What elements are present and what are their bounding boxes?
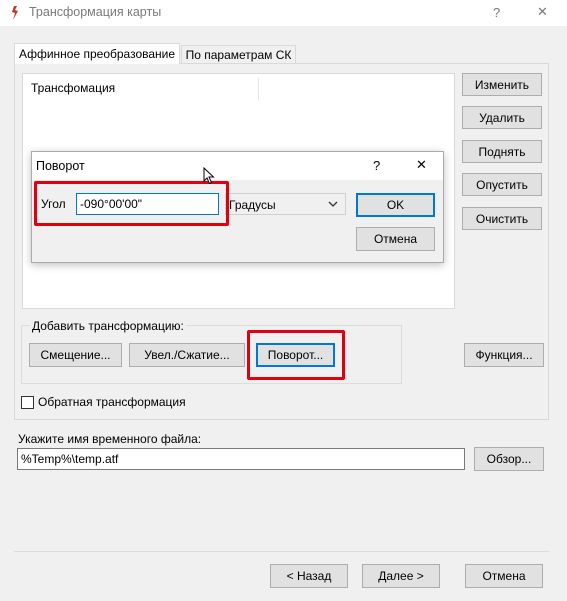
- rotate-dialog-close-icon[interactable]: ✕: [416, 157, 427, 173]
- units-select[interactable]: Градусы: [225, 193, 346, 215]
- tab-cs-params-label: По параметрам СК: [185, 48, 292, 62]
- move-up-button[interactable]: Поднять: [462, 140, 542, 163]
- app-icon: [12, 6, 18, 20]
- angle-highlight: [34, 181, 229, 226]
- function-button[interactable]: Функция...: [464, 343, 544, 367]
- rotate-dialog-titlebar: [32, 152, 443, 180]
- cursor-icon: [203, 167, 215, 185]
- clear-button[interactable]: Очистить: [462, 207, 542, 230]
- shift-button[interactable]: Смещение...: [29, 343, 122, 367]
- inverse-label: Обратная трансформация: [38, 395, 186, 409]
- units-select-value: Градусы: [229, 198, 276, 212]
- title-bar: Трансформация карты ? ✕: [0, 0, 567, 26]
- edit-button[interactable]: Изменить: [462, 73, 542, 96]
- tab-affine[interactable]: Аффинное преобразование: [14, 43, 180, 64]
- tab-affine-label: Аффинное преобразование: [18, 47, 176, 61]
- cancel-button[interactable]: Отмена: [465, 564, 543, 588]
- tab-cs-params[interactable]: По параметрам СК: [181, 45, 296, 64]
- dialog-cancel-button[interactable]: Отмена: [356, 227, 435, 251]
- delete-button[interactable]: Удалить: [462, 106, 542, 129]
- rotate-dialog-title: Поворот: [36, 159, 85, 173]
- close-icon[interactable]: ✕: [537, 4, 548, 20]
- list-header: Трансфомация: [31, 81, 116, 95]
- move-down-button[interactable]: Опустить: [462, 173, 542, 196]
- list-column-divider: [258, 78, 259, 100]
- temp-file-input[interactable]: %Temp%\temp.atf: [17, 448, 465, 470]
- inverse-checkbox[interactable]: [21, 396, 34, 409]
- scale-button[interactable]: Увел./Сжатие...: [129, 343, 245, 367]
- ok-button[interactable]: OK: [356, 193, 435, 217]
- next-button[interactable]: Далее >: [362, 564, 440, 588]
- back-button[interactable]: < Назад: [270, 564, 348, 588]
- footer-separator: [14, 551, 549, 552]
- chevron-down-icon: [328, 201, 338, 207]
- temp-file-label: Укажите имя временного файла:: [18, 432, 202, 446]
- help-button[interactable]: ?: [493, 5, 500, 20]
- add-transformation-label: Добавить трансформацию:: [30, 319, 186, 333]
- browse-button[interactable]: Обзор...: [474, 447, 544, 471]
- rotate-dialog-help-button[interactable]: ?: [373, 158, 380, 173]
- rotate-highlight: [247, 330, 345, 380]
- window-title: Трансформация карты: [29, 5, 162, 19]
